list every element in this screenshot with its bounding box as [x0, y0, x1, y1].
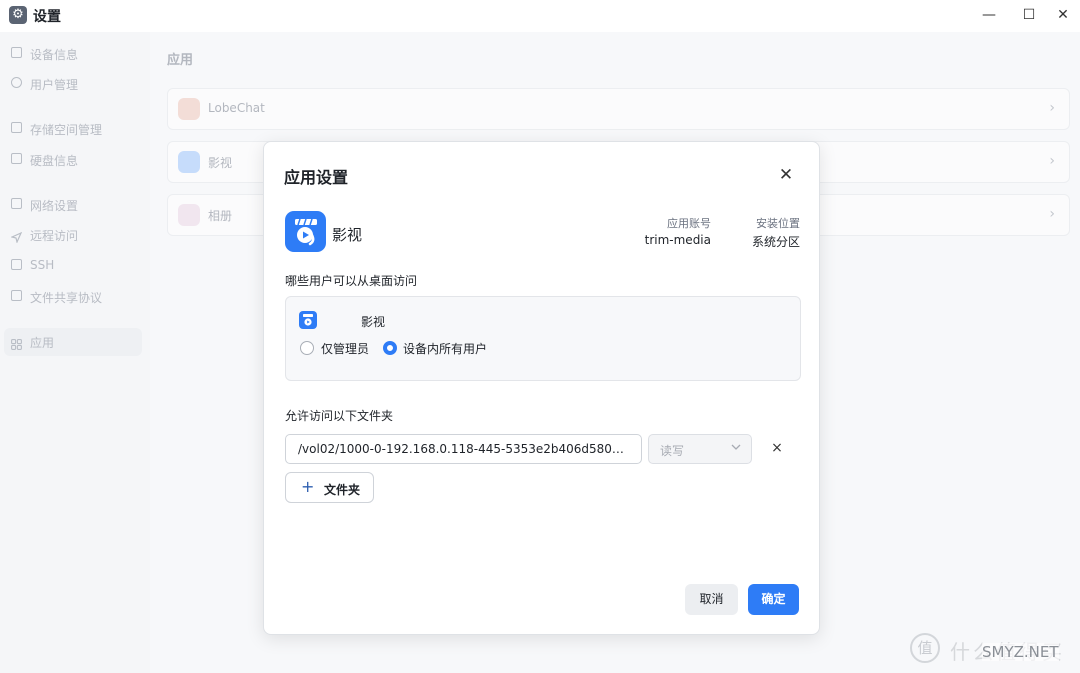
photos-icon	[178, 204, 200, 226]
app-card-name: 相册	[208, 209, 233, 223]
user-icon	[11, 77, 22, 88]
radio-all-users-label[interactable]: 设备内所有用户	[403, 340, 487, 357]
disk-icon	[11, 153, 22, 164]
app-card-name: LobeChat	[208, 101, 265, 115]
sidebar-item-storage[interactable]: 存储空间管理	[4, 115, 142, 143]
window-title: 设置	[33, 9, 61, 25]
folder-permission-select[interactable]: 读写	[648, 434, 752, 464]
perm-app-name: 影视	[361, 315, 386, 329]
desktop-access-panel: 影视 仅管理员 设备内所有用户	[285, 296, 801, 381]
location-label: 安装位置	[756, 217, 800, 230]
sidebar-item-disk-info[interactable]: 硬盘信息	[4, 146, 142, 174]
close-icon[interactable]: ✕	[775, 164, 797, 186]
video-app-icon	[285, 211, 326, 252]
watermark-url: SMYZ.NET	[982, 643, 1059, 661]
sidebar-item-label: 存储空间管理	[30, 123, 103, 137]
sidebar-item-label: SSH	[30, 258, 55, 272]
sidebar-item-label: 文件共享协议	[30, 291, 103, 305]
add-folder-label: 文件夹	[324, 483, 361, 497]
minimize-button[interactable]: —	[972, 4, 1006, 26]
app-card-lobechat[interactable]: LobeChat ›	[167, 88, 1070, 130]
folder-path-input[interactable]: /vol02/1000-0-192.168.0.118-445-5353e2b4…	[285, 434, 642, 464]
device-info-icon	[11, 47, 22, 58]
close-window-button[interactable]: ✕	[1046, 4, 1080, 26]
sidebar-item-label: 应用	[30, 336, 55, 350]
terminal-icon	[11, 259, 22, 270]
sidebar-item-device-info[interactable]: 设备信息	[4, 40, 142, 68]
settings-gear-icon: ⚙	[9, 6, 27, 24]
sidebar-item-apps[interactable]: 应用	[4, 328, 142, 356]
desktop-access-label: 哪些用户可以从桌面访问	[285, 274, 418, 288]
network-icon	[11, 198, 22, 209]
storage-icon	[11, 122, 22, 133]
radio-admin-only-label[interactable]: 仅管理员	[321, 340, 369, 357]
apps-icon	[11, 335, 22, 350]
add-folder-button[interactable]: + 文件夹	[285, 472, 374, 503]
maximize-button[interactable]: ☐	[1012, 4, 1046, 26]
sidebar-item-file-share[interactable]: 文件共享协议	[4, 283, 142, 311]
app-card-name: 影视	[208, 156, 233, 170]
sidebar-item-remote-access[interactable]: 远程访问	[4, 221, 142, 249]
file-share-icon	[11, 290, 22, 301]
lobechat-icon	[178, 98, 200, 120]
sidebar-item-label: 设备信息	[30, 48, 79, 62]
confirm-button[interactable]: 确定	[748, 584, 799, 615]
folders-label: 允许访问以下文件夹	[285, 409, 394, 423]
cancel-button[interactable]: 取消	[685, 584, 738, 615]
send-icon	[10, 228, 23, 244]
sidebar-item-label: 用户管理	[30, 78, 79, 92]
chevron-down-icon	[730, 441, 742, 456]
sidebar: 设备信息 用户管理 存储空间管理 硬盘信息 网络设置 远程访问 SSH 文件共享…	[0, 32, 150, 673]
sidebar-item-ssh[interactable]: SSH	[4, 252, 142, 280]
sidebar-item-label: 网络设置	[30, 199, 79, 213]
sidebar-item-label: 硬盘信息	[30, 154, 79, 168]
watermark-logo-icon: 值	[910, 633, 940, 663]
folder-permission-value: 读写	[660, 444, 685, 458]
location-value: 系统分区	[751, 235, 800, 249]
account-value: trim-media	[644, 233, 711, 247]
video-icon	[178, 151, 200, 173]
chevron-right-icon: ›	[1049, 206, 1055, 222]
chevron-right-icon: ›	[1049, 153, 1055, 169]
app-name: 影视	[332, 226, 363, 244]
sidebar-item-user-management[interactable]: 用户管理	[4, 70, 142, 98]
title-bar: ⚙ 设置 — ☐ ✕	[0, 0, 1080, 32]
app-settings-dialog: 应用设置 ✕ 影视 应用账号 trim-media 安装位置 系统分区 哪些用户…	[263, 141, 820, 635]
account-label: 应用账号	[667, 217, 711, 230]
page-title: 应用	[167, 53, 194, 68]
radio-admin-only[interactable]	[300, 341, 314, 355]
sidebar-item-label: 远程访问	[30, 229, 79, 243]
radio-all-users[interactable]	[383, 341, 397, 355]
sidebar-item-network[interactable]: 网络设置	[4, 191, 142, 219]
video-icon	[299, 311, 317, 329]
plus-icon: +	[301, 477, 315, 496]
dialog-title: 应用设置	[284, 168, 349, 187]
chevron-right-icon: ›	[1049, 100, 1055, 116]
remove-folder-icon[interactable]: ×	[767, 438, 787, 458]
